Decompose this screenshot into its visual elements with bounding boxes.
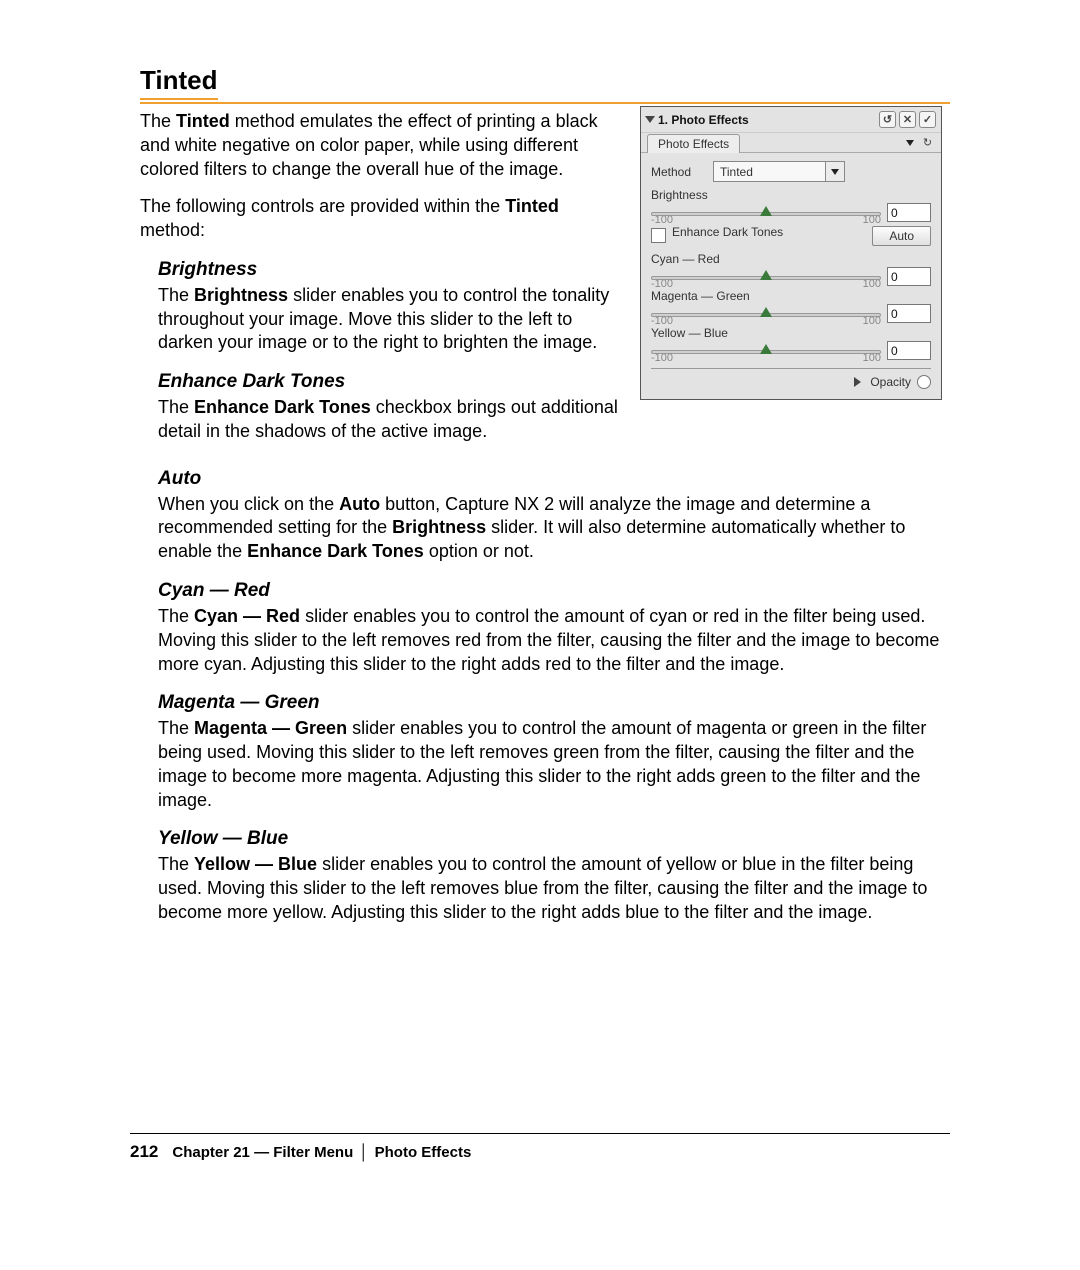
method-label: Method: [651, 165, 705, 179]
opacity-label: Opacity: [870, 375, 911, 389]
text-yellow-blue: The Yellow — Blue slider enables you to …: [158, 853, 950, 924]
tab-photo-effects[interactable]: Photo Effects: [647, 134, 740, 153]
yellow-blue-value[interactable]: [887, 341, 931, 360]
tab-menu-icon[interactable]: [906, 140, 914, 146]
collapse-icon[interactable]: [645, 116, 655, 123]
page-footer: 212 Chapter 21 — Filter Menu │ Photo Eff…: [130, 1133, 950, 1162]
magenta-green-value[interactable]: [887, 304, 931, 323]
intro-paragraph-2: The following controls are provided with…: [140, 195, 622, 243]
slider-handle[interactable]: [760, 270, 772, 280]
footer-section: Photo Effects: [375, 1144, 472, 1161]
brightness-slider[interactable]: -100 100: [651, 206, 881, 220]
page-number: 212: [130, 1142, 158, 1162]
auto-button[interactable]: Auto: [872, 226, 931, 246]
footer-chapter: Chapter 21 — Filter Menu: [172, 1144, 353, 1161]
text-brightness: The Brightness slider enables you to con…: [158, 284, 622, 355]
title-rule: [140, 102, 950, 104]
tab-reset-icon[interactable]: ↻: [920, 135, 935, 150]
enhance-dark-tones-checkbox[interactable]: [651, 228, 666, 243]
yellow-blue-slider[interactable]: -100 100: [651, 344, 881, 358]
photo-effects-panel: 1. Photo Effects ↺ ✕ ✓ Photo Effects ↻ M…: [640, 106, 942, 400]
panel-title: 1. Photo Effects: [658, 113, 749, 127]
brightness-slider-label: Brightness: [651, 188, 931, 202]
apply-icon[interactable]: ✓: [919, 111, 936, 128]
slider-handle[interactable]: [760, 307, 772, 317]
reset-icon[interactable]: ↺: [879, 111, 896, 128]
brightness-value[interactable]: [887, 203, 931, 222]
cyan-red-slider-label: Cyan — Red: [651, 252, 931, 266]
cyan-red-slider[interactable]: -100 100: [651, 270, 881, 284]
heading-auto: Auto: [158, 466, 950, 491]
text-cyan-red: The Cyan — Red slider enables you to con…: [158, 605, 950, 676]
heading-enhance-dark-tones: Enhance Dark Tones: [158, 369, 622, 394]
opacity-radio[interactable]: [917, 375, 931, 389]
text-magenta-green: The Magenta — Green slider enables you t…: [158, 717, 950, 812]
heading-brightness: Brightness: [158, 257, 622, 282]
delete-icon[interactable]: ✕: [899, 111, 916, 128]
section-title: Tinted: [140, 65, 218, 100]
panel-header[interactable]: 1. Photo Effects ↺ ✕ ✓: [641, 107, 941, 132]
cyan-red-value[interactable]: [887, 267, 931, 286]
heading-cyan-red: Cyan — Red: [158, 578, 950, 603]
slider-handle[interactable]: [760, 206, 772, 216]
text-enhance-dark-tones: The Enhance Dark Tones checkbox brings o…: [158, 396, 622, 444]
heading-yellow-blue: Yellow — Blue: [158, 826, 950, 851]
expand-opacity-icon[interactable]: [854, 377, 861, 387]
text-auto: When you click on the Auto button, Captu…: [158, 493, 950, 564]
enhance-dark-tones-label: Enhance Dark Tones: [672, 226, 866, 240]
slider-handle[interactable]: [760, 344, 772, 354]
method-dropdown[interactable]: Tinted: [713, 161, 845, 182]
magenta-green-slider-label: Magenta — Green: [651, 289, 931, 303]
yellow-blue-slider-label: Yellow — Blue: [651, 326, 931, 340]
intro-paragraph-1: The Tinted method emulates the effect of…: [140, 110, 622, 181]
method-value: Tinted: [714, 165, 825, 179]
magenta-green-slider[interactable]: -100 100: [651, 307, 881, 321]
chevron-down-icon[interactable]: [825, 162, 844, 181]
heading-magenta-green: Magenta — Green: [158, 690, 950, 715]
